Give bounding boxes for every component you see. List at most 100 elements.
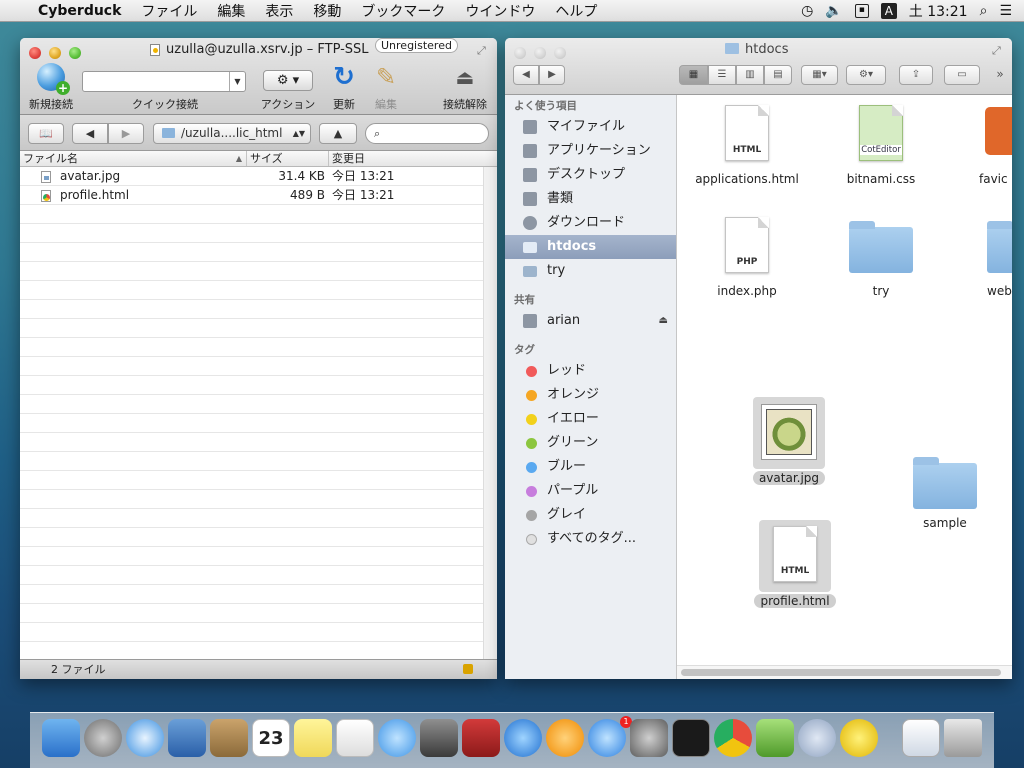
list-view-button[interactable]: ☰ xyxy=(708,65,736,85)
new-connection-button[interactable]: 新規接続 xyxy=(28,63,74,111)
sidebar-item-downloads[interactable]: ダウンロード xyxy=(505,211,676,235)
file-applications-html[interactable]: HTML applications.html xyxy=(687,105,807,186)
refresh-button[interactable]: ↻ 更新 xyxy=(324,63,364,111)
sidebar-item-all-my-files[interactable]: マイファイル xyxy=(505,115,676,139)
table-row[interactable]: avatar.jpg 31.4 KB 今日 13:21 xyxy=(20,167,483,186)
safari-icon[interactable] xyxy=(126,719,164,757)
sidebar-item-htdocs[interactable]: htdocs xyxy=(505,235,676,259)
icon-view-button[interactable]: ▦ xyxy=(679,65,708,85)
terminal-icon[interactable] xyxy=(672,719,710,757)
sidebar-item-try[interactable]: try xyxy=(505,259,676,283)
spotlight-icon[interactable]: ⌕ xyxy=(980,3,988,19)
menu-app-name[interactable]: Cyberduck xyxy=(34,3,131,19)
notification-center-icon[interactable]: ☰ xyxy=(999,3,1012,19)
chrome-icon[interactable] xyxy=(714,719,752,757)
zoom-button[interactable] xyxy=(554,47,566,59)
toolbar-overflow-button[interactable]: » xyxy=(991,65,1009,85)
back-button[interactable]: ◀ xyxy=(72,123,108,144)
column-size[interactable]: サイズ xyxy=(247,151,329,166)
action-button[interactable]: ⚙▾ xyxy=(846,65,886,85)
fullscreen-icon[interactable]: ⤢ xyxy=(992,44,1005,57)
unregistered-badge[interactable]: Unregistered xyxy=(375,38,458,53)
documents-stack-icon[interactable] xyxy=(902,719,940,757)
launchpad-icon[interactable] xyxy=(84,719,122,757)
file-profile-html[interactable]: HTML profile.html xyxy=(735,520,855,610)
mail-icon[interactable] xyxy=(168,719,206,757)
minimize-button[interactable] xyxy=(534,47,546,59)
fullscreen-icon[interactable]: ⤢ xyxy=(477,44,490,57)
sidebar-item-documents[interactable]: 書類 xyxy=(505,187,676,211)
parent-folder-button[interactable]: ▲ xyxy=(319,123,357,144)
input-source-icon[interactable]: A xyxy=(880,2,897,19)
favicon-image-icon[interactable] xyxy=(985,107,1012,155)
messages-icon[interactable] xyxy=(378,719,416,757)
column-modified[interactable]: 変更日 xyxy=(329,151,497,166)
sidebar-item-arian[interactable]: arian ⏏ xyxy=(505,309,676,333)
menu-view[interactable]: 表示 xyxy=(255,1,303,21)
menu-bookmarks[interactable]: ブックマーク xyxy=(351,1,455,21)
ibooks-icon[interactable] xyxy=(546,719,584,757)
menu-clock[interactable]: 土 13:21 xyxy=(909,1,968,21)
column-view-button[interactable]: ▥ xyxy=(736,65,764,85)
quick-connect-combo[interactable]: ▼ xyxy=(82,71,246,92)
folder-sample[interactable]: sample xyxy=(885,453,1005,533)
notes-icon[interactable] xyxy=(294,719,332,757)
coverflow-view-button[interactable]: ▤ xyxy=(764,65,792,85)
menu-window[interactable]: ウインドウ xyxy=(455,1,545,21)
cyberduck-icon[interactable] xyxy=(840,719,878,757)
sidebar-item-desktop[interactable]: デスクトップ xyxy=(505,163,676,187)
system-preferences-icon[interactable] xyxy=(630,719,668,757)
table-row[interactable]: profile.html 489 B 今日 13:21 xyxy=(20,186,483,205)
reminders-icon[interactable] xyxy=(336,719,374,757)
sidebar-tag-gray[interactable]: グレイ xyxy=(505,503,676,527)
sidebar-tag-red[interactable]: レッド xyxy=(505,359,676,383)
volume-icon[interactable]: 🔈 xyxy=(825,3,842,19)
bookmarks-button[interactable]: 📖 xyxy=(28,123,64,144)
close-button[interactable] xyxy=(514,47,526,59)
folder-try[interactable]: try xyxy=(821,217,941,298)
sidebar-item-applications[interactable]: アプリケーション xyxy=(505,139,676,163)
file-bitnami-css[interactable]: CotEditor bitnami.css xyxy=(821,105,941,186)
itunes-icon[interactable] xyxy=(504,719,542,757)
time-machine-icon[interactable]: ◷ xyxy=(801,3,813,19)
forward-button[interactable]: ▶ xyxy=(539,65,565,85)
arrange-button[interactable]: ▦▾ xyxy=(801,65,838,85)
column-name[interactable]: ファイル名 ▲ xyxy=(20,151,247,166)
action-popup-button[interactable]: ⚙ ▾ xyxy=(263,70,313,91)
menu-go[interactable]: 移動 xyxy=(303,1,351,21)
calendar-icon[interactable]: 23 xyxy=(252,719,290,757)
sidebar-tag-purple[interactable]: パープル xyxy=(505,479,676,503)
sidebar-tag-orange[interactable]: オレンジ xyxy=(505,383,676,407)
sidebar-tag-green[interactable]: グリーン xyxy=(505,431,676,455)
contacts-icon[interactable] xyxy=(210,719,248,757)
sidebar-tag-yellow[interactable]: イエロー xyxy=(505,407,676,431)
coteditor-icon[interactable] xyxy=(756,719,794,757)
vertical-scrollbar[interactable] xyxy=(483,167,497,659)
sidebar-tag-blue[interactable]: ブルー xyxy=(505,455,676,479)
close-button[interactable] xyxy=(29,47,41,59)
finder-icon[interactable] xyxy=(42,719,80,757)
tag-button[interactable]: ▭ xyxy=(944,65,980,85)
file-index-php[interactable]: PHP index.php xyxy=(687,217,807,298)
lock-icon[interactable] xyxy=(463,664,473,674)
path-popup[interactable]: /uzulla....lic_html ▲▼ xyxy=(153,123,311,144)
preferences-gear-icon[interactable] xyxy=(798,719,836,757)
search-field[interactable]: ⌕ xyxy=(365,123,489,144)
battery-icon[interactable]: ▪ xyxy=(854,3,869,18)
forward-button[interactable]: ▶ xyxy=(108,123,144,144)
menu-help[interactable]: ヘルプ xyxy=(545,1,607,21)
edit-button[interactable]: ✎ 編集 xyxy=(368,63,404,111)
share-button[interactable]: ⇪ xyxy=(899,65,933,85)
horizontal-scrollbar[interactable] xyxy=(677,665,1012,679)
chevron-down-icon[interactable]: ▼ xyxy=(229,72,245,91)
eject-icon[interactable]: ⏏ xyxy=(659,309,668,333)
facetime-icon[interactable] xyxy=(420,719,458,757)
sidebar-tag-all[interactable]: すべてのタグ... xyxy=(505,527,676,551)
trash-icon[interactable] xyxy=(944,719,982,757)
minimize-button[interactable] xyxy=(49,47,61,59)
file-avatar-jpg[interactable]: avatar.jpg xyxy=(729,397,849,487)
back-button[interactable]: ◀ xyxy=(513,65,539,85)
menu-edit[interactable]: 編集 xyxy=(207,1,255,21)
scrollbar-thumb[interactable] xyxy=(681,669,1001,676)
photo-booth-icon[interactable] xyxy=(462,719,500,757)
